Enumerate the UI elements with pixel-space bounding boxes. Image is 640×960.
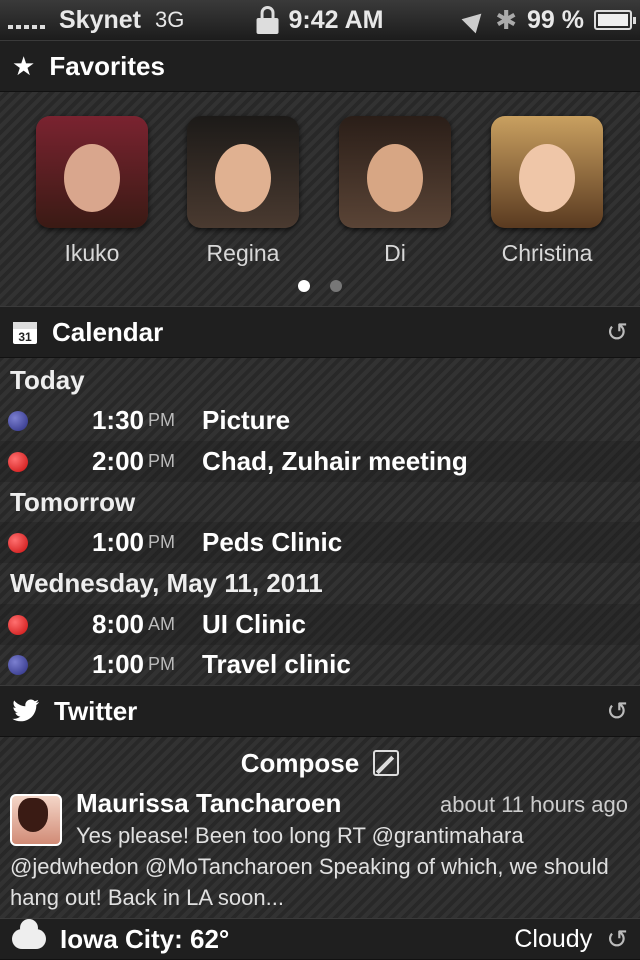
twitter-bird-icon xyxy=(12,699,39,722)
event-time: 2:00 xyxy=(91,446,144,476)
refresh-icon[interactable]: ↺ xyxy=(606,317,628,348)
svg-text:31: 31 xyxy=(18,330,32,344)
event-color-dot xyxy=(8,614,28,635)
bluetooth-icon: ✱ xyxy=(495,4,518,35)
event-color-dot xyxy=(8,451,28,472)
status-center: 9:42 AM xyxy=(256,5,384,35)
avatar xyxy=(36,116,148,228)
weather-condition: Cloudy xyxy=(514,924,593,953)
carrier-name: Skynet xyxy=(59,5,141,34)
favorites-title: Favorites xyxy=(49,50,165,81)
weather-location: Iowa City: 62° xyxy=(60,923,230,954)
favorite-name: Ikuko xyxy=(64,240,120,266)
clock: 9:42 AM xyxy=(288,5,384,34)
tweet-author: Maurissa Tancharoen xyxy=(76,788,342,818)
event-title: Travel clinic xyxy=(202,649,351,679)
twitter-header-right: ↺ xyxy=(606,696,628,727)
favorite-contact[interactable]: Ikuko xyxy=(27,116,157,267)
calendar-icon: 31 xyxy=(13,322,37,344)
page-dot[interactable] xyxy=(330,280,342,292)
event-color-dot xyxy=(8,654,28,675)
weather-header[interactable]: Iowa City: 62° Cloudy ↺ xyxy=(0,918,640,960)
twitter-title: Twitter xyxy=(54,695,138,726)
refresh-icon[interactable]: ↺ xyxy=(606,696,628,727)
event-ampm: PM xyxy=(148,451,175,471)
avatar xyxy=(491,116,603,228)
calendar-day-heading: Wednesday, May 11, 2011 xyxy=(10,568,323,598)
calendar-event[interactable]: 1:30 PM Picture xyxy=(0,400,640,441)
favorite-name: Regina xyxy=(206,240,280,266)
twitter-header[interactable]: Twitter ↺ xyxy=(0,685,640,737)
tweet-time: about 11 hours ago xyxy=(440,792,628,817)
calendar-header[interactable]: 31 Calendar ↺ xyxy=(0,306,640,358)
page-dot-active[interactable] xyxy=(298,280,310,292)
event-color-dot xyxy=(8,410,28,431)
cloud-icon xyxy=(12,919,46,949)
tweet-text: Yes please! Been too long RT @grantimaha… xyxy=(10,823,609,910)
event-title: UI Clinic xyxy=(202,609,307,639)
compose-button[interactable]: Compose xyxy=(0,738,640,788)
event-ampm: AM xyxy=(148,614,175,634)
tweet-item[interactable]: Maurissa Tancharoen about 11 hours ago Y… xyxy=(0,788,640,916)
signal-icon xyxy=(8,11,45,29)
event-time: 1:30 xyxy=(91,405,144,435)
battery-percent: 99 % xyxy=(527,5,584,34)
favorite-name: Di xyxy=(384,240,406,266)
calendar-event[interactable]: 1:00 PM Peds Clinic xyxy=(0,522,640,563)
refresh-icon[interactable]: ↺ xyxy=(606,924,628,955)
calendar-title: Calendar xyxy=(52,316,164,347)
event-ampm: PM xyxy=(148,532,175,552)
lock-icon xyxy=(256,6,279,34)
calendar-event[interactable]: 2:00 PM Chad, Zuhair meeting xyxy=(0,441,640,482)
calendar-header-right: ↺ xyxy=(606,317,628,348)
event-time: 1:00 xyxy=(91,527,144,557)
favorites-panel: Ikuko Regina Di Christina xyxy=(0,92,640,306)
calendar-day-heading: Today xyxy=(10,365,85,395)
event-title: Chad, Zuhair meeting xyxy=(202,446,468,476)
favorite-contact[interactable]: Di xyxy=(330,116,460,267)
weather-header-right: Cloudy ↺ xyxy=(514,924,628,955)
event-time: 8:00 xyxy=(91,609,144,639)
battery-icon xyxy=(594,10,636,30)
status-left: Skynet 3G xyxy=(8,6,184,35)
event-title: Picture xyxy=(202,405,291,435)
calendar-event[interactable]: 1:00 PM Travel clinic xyxy=(0,644,640,685)
calendar-event[interactable]: 8:00 AM UI Clinic xyxy=(0,604,640,645)
status-bar: Skynet 3G 9:42 AM ✱ 99 % xyxy=(0,0,640,40)
event-ampm: PM xyxy=(148,410,175,430)
favorite-contact[interactable]: Christina xyxy=(482,116,612,267)
calendar-day-heading: Tomorrow xyxy=(10,487,136,517)
network-type: 3G xyxy=(154,7,185,32)
avatar xyxy=(339,116,451,228)
compose-label: Compose xyxy=(240,747,360,778)
avatar xyxy=(187,116,299,228)
event-color-dot xyxy=(8,532,28,553)
favorite-contact[interactable]: Regina xyxy=(178,116,308,267)
favorites-header[interactable]: ★ Favorites xyxy=(0,40,640,92)
status-right: ✱ 99 % xyxy=(461,4,636,36)
event-ampm: PM xyxy=(148,654,175,674)
event-time: 1:00 xyxy=(91,649,144,679)
page-indicator[interactable] xyxy=(298,280,342,292)
location-icon xyxy=(461,6,489,34)
favorite-name: Christina xyxy=(501,240,593,266)
compose-icon xyxy=(373,750,400,776)
event-title: Peds Clinic xyxy=(202,527,343,557)
star-icon: ★ xyxy=(12,50,36,81)
